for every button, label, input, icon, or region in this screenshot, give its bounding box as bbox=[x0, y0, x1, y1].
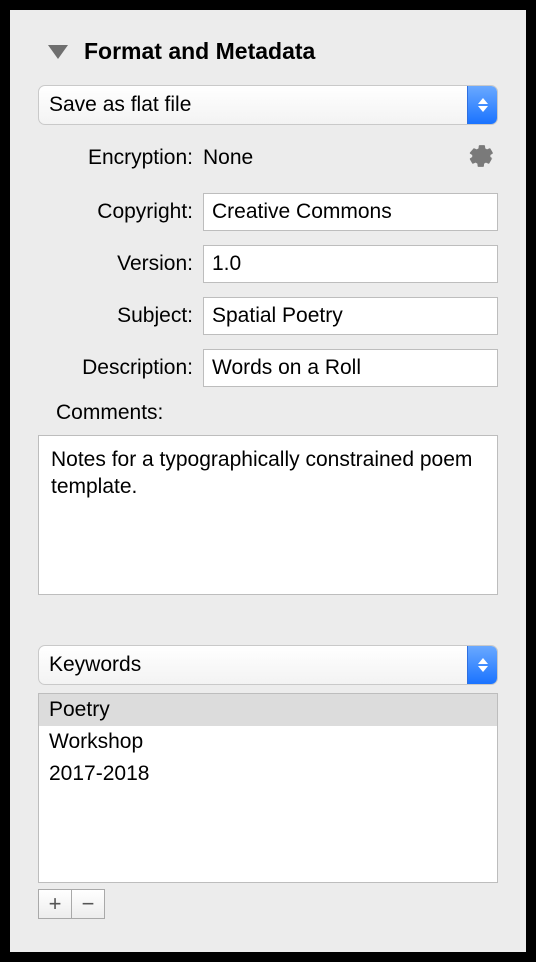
disclosure-triangle-icon[interactable] bbox=[48, 45, 68, 59]
comments-textarea[interactable] bbox=[38, 435, 498, 595]
list-item[interactable]: 2017-2018 bbox=[39, 758, 497, 790]
save-mode-selected: Save as flat file bbox=[39, 86, 467, 124]
list-item[interactable]: Poetry bbox=[39, 694, 497, 726]
chevron-up-down-icon bbox=[467, 86, 497, 124]
chevron-up-down-icon bbox=[467, 646, 497, 684]
comments-label: Comments: bbox=[38, 401, 498, 425]
section-title: Format and Metadata bbox=[84, 38, 315, 65]
copyright-field[interactable] bbox=[203, 193, 498, 231]
description-label: Description: bbox=[38, 356, 203, 380]
subject-field[interactable] bbox=[203, 297, 498, 335]
keywords-list[interactable]: PoetryWorkshop2017-2018 bbox=[38, 693, 498, 883]
keywords-selected: Keywords bbox=[39, 646, 467, 684]
encryption-settings-button[interactable] bbox=[464, 139, 498, 173]
copyright-label: Copyright: bbox=[38, 200, 203, 224]
subject-label: Subject: bbox=[38, 304, 203, 328]
encryption-value: None bbox=[203, 146, 253, 170]
version-field[interactable] bbox=[203, 245, 498, 283]
description-field[interactable] bbox=[203, 349, 498, 387]
gear-icon bbox=[466, 141, 496, 171]
list-item[interactable]: Workshop bbox=[39, 726, 497, 758]
save-mode-select[interactable]: Save as flat file bbox=[38, 85, 498, 125]
encryption-label: Encryption: bbox=[38, 146, 203, 170]
add-keyword-button[interactable]: + bbox=[38, 889, 72, 919]
version-label: Version: bbox=[38, 252, 203, 276]
keywords-select[interactable]: Keywords bbox=[38, 645, 498, 685]
remove-keyword-button[interactable]: − bbox=[71, 889, 105, 919]
